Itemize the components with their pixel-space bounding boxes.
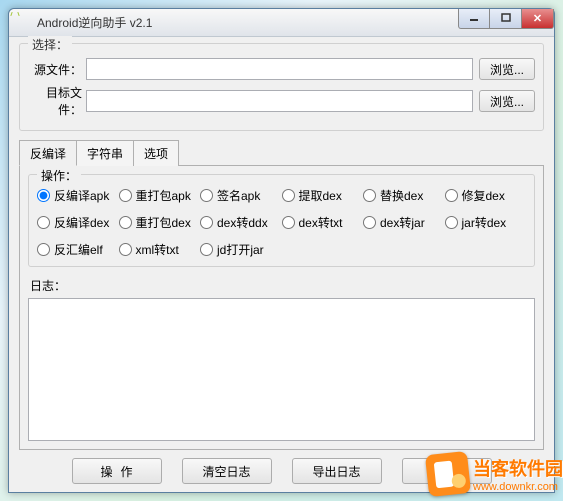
source-label: 源文件： [28, 61, 86, 78]
operation-radio-label: 替换dex [380, 187, 423, 204]
operation-radio-5[interactable]: 修复dex [445, 187, 527, 204]
maximize-button[interactable] [490, 9, 522, 29]
operation-radio-6[interactable]: 反编译dex [37, 214, 119, 231]
window-controls: ✕ [458, 9, 554, 29]
operation-radio-label: 反编译dex [54, 214, 109, 231]
operation-radio-label: 签名apk [217, 187, 260, 204]
tab-panel-decompile: 操作： 反编译apk 重打包apk 签名apk 提取dex 替换dex 修复dex 反编译d… [19, 165, 544, 450]
target-row: 目标文件： 浏览... [28, 84, 535, 118]
operation-radio-4[interactable]: 替换dex [363, 187, 445, 204]
target-input[interactable] [86, 90, 473, 112]
operation-radio-input[interactable] [282, 189, 295, 202]
operation-radio-input[interactable] [119, 243, 132, 256]
operation-radio-13[interactable]: xml转txt [119, 241, 201, 258]
window-title: Android逆向助手 v2.1 [37, 14, 458, 31]
operation-radio-input[interactable] [37, 189, 50, 202]
tab-strings[interactable]: 字符串 [76, 140, 134, 166]
operation-radio-input[interactable] [200, 243, 213, 256]
app-window: Android逆向助手 v2.1 ✕ 选择： 源文件： 浏览... 目标文件： … [8, 8, 555, 493]
android-icon [15, 15, 31, 31]
close-app-button[interactable]: 关闭 [402, 458, 492, 484]
export-log-button[interactable]: 导出日志 [292, 458, 382, 484]
operation-radio-1[interactable]: 重打包apk [119, 187, 201, 204]
titlebar[interactable]: Android逆向助手 v2.1 ✕ [9, 9, 554, 37]
operation-radio-label: dex转ddx [217, 214, 268, 231]
operation-radio-7[interactable]: 重打包dex [119, 214, 201, 231]
operation-radio-input[interactable] [445, 216, 458, 229]
operation-radio-input[interactable] [200, 216, 213, 229]
tab-strip: 反编译 字符串 选项 [19, 139, 544, 165]
operation-radio-input[interactable] [37, 243, 50, 256]
operation-radio-label: 提取dex [299, 187, 342, 204]
operation-radio-input[interactable] [282, 216, 295, 229]
operation-radio-3[interactable]: 提取dex [282, 187, 364, 204]
operation-radio-2[interactable]: 签名apk [200, 187, 282, 204]
operations-legend: 操作： [37, 167, 81, 184]
operations-group: 操作： 反编译apk重打包apk签名apk提取dex替换dex修复dex反编译d… [28, 174, 535, 267]
operation-radio-12[interactable]: 反汇编elf [37, 241, 119, 258]
operation-radio-label: jd打开jar [217, 241, 264, 258]
operation-radio-label: 反汇编elf [54, 241, 103, 258]
browse-source-button[interactable]: 浏览... [479, 58, 535, 80]
operations-radio-grid: 反编译apk 重打包apk 签名apk 提取dex 替换dex 修复dex 反编译dex 重打… [37, 187, 526, 258]
log-textarea[interactable] [28, 298, 535, 441]
operation-radio-14[interactable]: jd打开jar [200, 241, 282, 258]
select-legend: 选择： [28, 36, 72, 53]
operation-radio-input[interactable] [119, 216, 132, 229]
source-row: 源文件： 浏览... [28, 58, 535, 80]
operation-radio-label: 反编译apk [54, 187, 109, 204]
operation-radio-label: dex转txt [299, 214, 343, 231]
target-label: 目标文件： [28, 84, 86, 118]
select-group: 选择： 源文件： 浏览... 目标文件： 浏览... [19, 43, 544, 131]
operation-radio-input[interactable] [200, 189, 213, 202]
operation-radio-label: 重打包dex [136, 214, 191, 231]
operation-radio-11[interactable]: jar转dex [445, 214, 527, 231]
operation-radio-8[interactable]: dex转ddx [200, 214, 282, 231]
operation-radio-input[interactable] [37, 216, 50, 229]
operate-button[interactable]: 操作 [72, 458, 162, 484]
source-input[interactable] [86, 58, 473, 80]
operation-radio-0[interactable]: 反编译apk [37, 187, 119, 204]
operation-radio-input[interactable] [363, 189, 376, 202]
log-label: 日志： [30, 277, 535, 294]
operation-radio-9[interactable]: dex转txt [282, 214, 364, 231]
operation-radio-label: jar转dex [462, 214, 507, 231]
minimize-button[interactable] [458, 9, 490, 29]
operation-radio-input[interactable] [445, 189, 458, 202]
operation-radio-10[interactable]: dex转jar [363, 214, 445, 231]
tab-options[interactable]: 选项 [133, 140, 179, 166]
tab-decompile[interactable]: 反编译 [19, 140, 77, 166]
operation-radio-input[interactable] [363, 216, 376, 229]
browse-target-button[interactable]: 浏览... [479, 90, 535, 112]
operation-radio-input[interactable] [119, 189, 132, 202]
operation-radio-label: dex转jar [380, 214, 425, 231]
bottom-button-bar: 操作 清空日志 导出日志 关闭 [19, 450, 544, 484]
operation-radio-label: xml转txt [136, 241, 179, 258]
operation-radio-label: 重打包apk [136, 187, 191, 204]
operation-radio-label: 修复dex [462, 187, 505, 204]
clear-log-button[interactable]: 清空日志 [182, 458, 272, 484]
close-button[interactable]: ✕ [522, 9, 554, 29]
client-area: 选择： 源文件： 浏览... 目标文件： 浏览... 反编译 字符串 选项 操作… [9, 37, 554, 492]
